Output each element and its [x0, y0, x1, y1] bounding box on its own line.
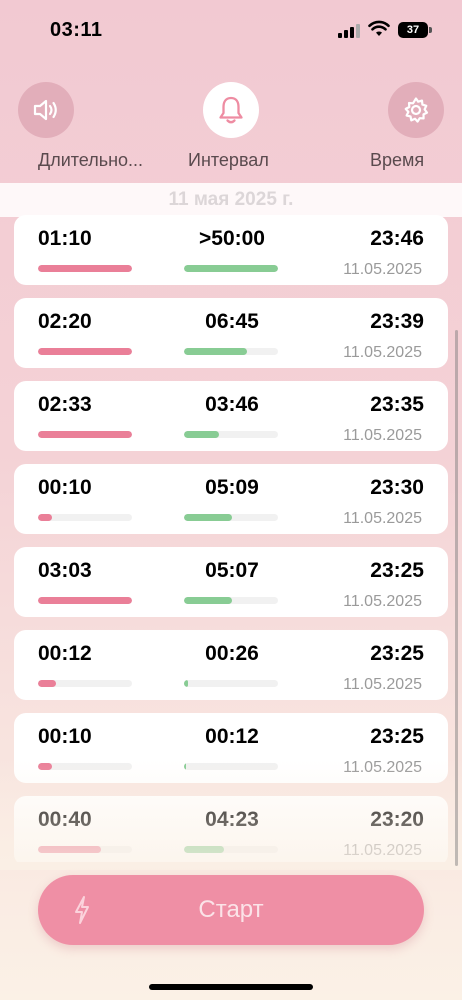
record-duration: 01:10	[38, 227, 92, 250]
interval-progress-fill	[184, 431, 219, 438]
interval-progress-fill	[184, 680, 188, 687]
record-time: 23:30	[370, 476, 424, 499]
record-card[interactable]: 01:10 >50:00 23:46 11.05.2025	[14, 215, 448, 285]
record-time: 23:35	[370, 393, 424, 416]
start-button-label: Старт	[198, 896, 264, 923]
record-date: 11.05.2025	[343, 261, 422, 278]
record-interval: 00:12	[205, 725, 259, 748]
duration-progress-bar	[38, 514, 132, 521]
duration-progress-fill	[38, 680, 56, 687]
record-card[interactable]: 00:40 04:23 23:20 11.05.2025	[14, 796, 448, 862]
interval-tab-label[interactable]: Интервал	[188, 150, 269, 171]
interval-progress-fill	[184, 514, 232, 521]
record-card[interactable]: 03:03 05:07 23:25 11.05.2025	[14, 547, 448, 617]
record-card[interactable]: 02:20 06:45 23:39 11.05.2025	[14, 298, 448, 368]
interval-progress-fill	[184, 265, 278, 272]
signal-icon	[338, 24, 360, 38]
record-duration: 00:12	[38, 642, 92, 665]
bell-button[interactable]	[203, 82, 259, 138]
record-card[interactable]: 02:33 03:46 23:35 11.05.2025	[14, 381, 448, 451]
battery-icon: 37	[398, 22, 428, 38]
time-tab-label[interactable]: Время	[370, 150, 424, 171]
duration-progress-fill	[38, 763, 53, 770]
interval-progress-bar	[184, 680, 278, 687]
record-date: 11.05.2025	[343, 427, 422, 444]
duration-progress-fill	[38, 431, 132, 438]
duration-progress-fill	[38, 846, 101, 853]
duration-progress-bar	[38, 763, 132, 770]
record-duration: 03:03	[38, 559, 92, 582]
duration-progress-bar	[38, 680, 132, 687]
home-indicator[interactable]	[149, 984, 313, 990]
record-time: 23:25	[370, 559, 424, 582]
record-time: 23:39	[370, 310, 424, 333]
interval-progress-fill	[184, 846, 225, 853]
duration-tab-label[interactable]: Длительно...	[38, 150, 143, 171]
record-interval: 05:09	[205, 476, 259, 499]
record-date: 11.05.2025	[343, 344, 422, 361]
record-time: 23:25	[370, 642, 424, 665]
scrollbar[interactable]	[455, 330, 458, 866]
gear-icon	[404, 97, 429, 123]
interval-progress-bar	[184, 846, 278, 853]
interval-progress-fill	[184, 348, 247, 355]
battery-tip	[429, 27, 432, 33]
interval-progress-bar	[184, 514, 278, 521]
toolbar: Длительно... Интервал Время	[0, 78, 462, 178]
record-date: 11.05.2025	[343, 759, 422, 776]
record-date: 11.05.2025	[343, 676, 422, 693]
record-interval: 06:45	[205, 310, 259, 333]
duration-progress-bar	[38, 846, 132, 853]
record-duration: 02:20	[38, 310, 92, 333]
record-time: 23:46	[370, 227, 424, 250]
record-time: 23:25	[370, 725, 424, 748]
record-interval: 04:23	[205, 808, 259, 831]
record-duration: 02:33	[38, 393, 92, 416]
start-button[interactable]: Старт	[38, 875, 424, 945]
duration-progress-bar	[38, 431, 132, 438]
record-date: 11.05.2025	[343, 593, 422, 610]
interval-progress-bar	[184, 348, 278, 355]
record-interval: 00:26	[205, 642, 259, 665]
record-interval: 05:07	[205, 559, 259, 582]
interval-progress-bar	[184, 431, 278, 438]
record-card[interactable]: 00:12 00:26 23:25 11.05.2025	[14, 630, 448, 700]
interval-progress-fill	[184, 763, 186, 770]
record-card[interactable]: 00:10 05:09 23:30 11.05.2025	[14, 464, 448, 534]
duration-progress-fill	[38, 597, 132, 604]
record-duration: 00:40	[38, 808, 92, 831]
duration-progress-fill	[38, 514, 53, 521]
records-list[interactable]: 01:10 >50:00 23:46 11.05.2025 02:20 06:45 23:3…	[0, 210, 462, 862]
record-duration: 00:10	[38, 476, 92, 499]
settings-button[interactable]	[388, 82, 444, 138]
duration-progress-bar	[38, 597, 132, 604]
status-bar: 03:11 37	[0, 0, 462, 60]
duration-progress-fill	[38, 265, 132, 272]
record-date: 11.05.2025	[343, 510, 422, 527]
duration-progress-bar	[38, 348, 132, 355]
duration-progress-bar	[38, 265, 132, 272]
speaker-icon	[33, 99, 57, 121]
record-card[interactable]: 00:10 00:12 23:25 11.05.2025	[14, 713, 448, 783]
wifi-icon	[368, 20, 390, 36]
sound-button[interactable]	[18, 82, 74, 138]
record-duration: 00:10	[38, 725, 92, 748]
record-time: 23:20	[370, 808, 424, 831]
interval-progress-bar	[184, 597, 278, 604]
interval-progress-bar	[184, 763, 278, 770]
duration-progress-fill	[38, 348, 132, 355]
record-interval: >50:00	[199, 227, 265, 250]
bell-icon	[219, 96, 243, 124]
interval-progress-fill	[184, 597, 232, 604]
record-interval: 03:46	[205, 393, 259, 416]
record-date: 11.05.2025	[343, 842, 422, 859]
interval-progress-bar	[184, 265, 278, 272]
status-time: 03:11	[50, 19, 103, 41]
